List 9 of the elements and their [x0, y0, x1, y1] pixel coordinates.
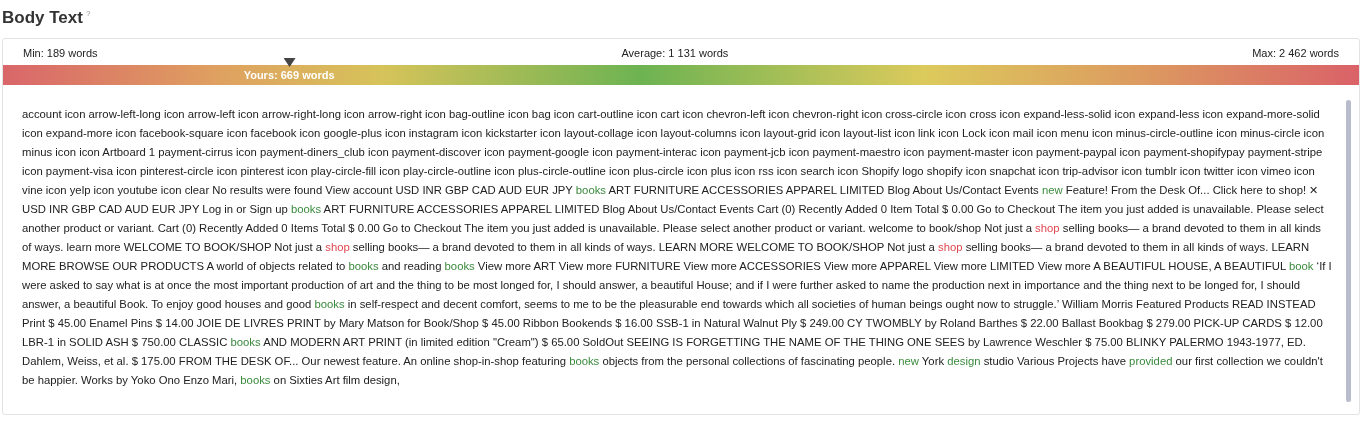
min-label: Min: 189 words [23, 45, 98, 61]
help-mark[interactable]: ? [85, 8, 91, 20]
max-label: Max: 2 462 words [1252, 45, 1339, 61]
your-count-label: Yours: 669 words [243, 68, 335, 83]
section-title: Body Text [2, 7, 83, 29]
body-text: account icon arrow-left-long icon arrow-left icon arrow-right-long icon arrow-right icon bag-outline icon bag icon cart-outline icon cart icon chevron-left icon chevron-right icon cross-circle icon cross icon expand-less-solid icon expand-less icon expand-more-solid icon expand-more icon facebook-square icon facebook icon google-plus icon instagram icon kickstarter icon layout-collage icon layout-columns icon layout-grid icon layout-list icon link icon Lock icon mail icon menu icon minus-circle-outline icon minus-circle icon minus icon icon Artboard 1 payment-cirrus icon payment-diners_club icon payment-discover icon payment-google icon payment-interac icon payment-jcb icon payment-maestro icon payment-master icon payment-paypal icon payment-shopifypay payment-stripe icon payment-visa icon pinterest-circle icon pinterest icon play-circle-fill icon play-circle-outline icon plus-circle-outline icon plus-circle icon plus icon rss icon search icon Shopify logo shopify icon snapchat icon trip-advisor icon tumblr icon twitter icon vimeo icon vine icon yelp icon youtube icon clear No results were found View account USD INR GBP CAD AUD EUR JPY books ART FURNITURE ACCESSORIES APPAREL LIMITED Blog About Us/Contact Events new Feature! From the Desk Of... Click here to shop! ✕ USD INR GBP CAD AUD EUR JPY Log in or Sign up books ART FURNITURE ACCESSORIES APPAREL LIMITED Blog About Us/Contact Events Cart (0) Recently Added 0 Item Total $ 0.00 Go to Checkout The item you just added is unavailable. Please select another product or variant. Cart (0) Recently Added 0 Items Total $ 0.00 Go to Checkout The item you just added is unavailable. Please select another product or variant. welcome to book/shop Not just a shop selling books— a brand devoted to them in all kinds of ways. learn more WELCOME TO BOOK/SHOP Not just a shop selling books— a brand devoted to them in all kinds of ways. LEARN MORE WELCOME TO BOOK/SHOP Not just a shop selling books— a brand devoted to them in all kinds of ways. LEARN MORE BROWSE OUR PRODUCTS A world of objects related to books and reading books View more ART View more FURNITURE View more ACCESSORIES View more APPAREL View more LIMITED View more A BEAUTIFUL HOUSE, A BEAUTIFUL book ‘If I were asked to say what is at once the most important production of art and the thing to be most longed for, I should answer, a beautiful House; and if I were further asked to name the production next in importance and the thing next to be longed for, I should answer, a beautiful Book. To enjoy good houses and good books in self-respect and decent comfort, seems to me to be the pleasurable end towards which all societies of human beings ought now to struggle.’ William Morris Featured Products READ INSTEAD Print $ 45.00 Enamel Pins $ 14.00 JOIE DE LIVRES PRINT by Mary Matson for Book/Shop $ 45.00 Ribbon Bookends $ 16.00 SSB-1 in Natural Walnut Ply $ 249.00 CY TWOMBLY by Roland Barthes $ 22.00 Ballast Bookbag $ 279.00 PICK-UP CARDS $ 12.00 LBR-1 in SOLID ASH $ 750.00 CLASSIC books AND MODERN ART PRINT (in limited edition "Cream") $ 65.00 SoldOut SEEING IS FORGETTING THE NAME OF THE THING ONE SEES by Lawrence Weschler $ 75.00 BLINKY PALERMO 1943-1977, ED. Dahlem, Weiss, et al. $ 175.00 FROM THE DESK OF... Our newest feature. An online shop-in-shop featuring books objects from the personal collections of fascinating people. new York design studio Various Projects have provided our first collection we couldn't be happier. Works by Yoko Ono Enzo Mari, books on Sixties Art film design, [22, 107, 1333, 388]
average-label: Average: 1 131 words [621, 45, 729, 61]
pointer-icon [283, 58, 296, 67]
scrollbar[interactable] [1346, 100, 1351, 402]
